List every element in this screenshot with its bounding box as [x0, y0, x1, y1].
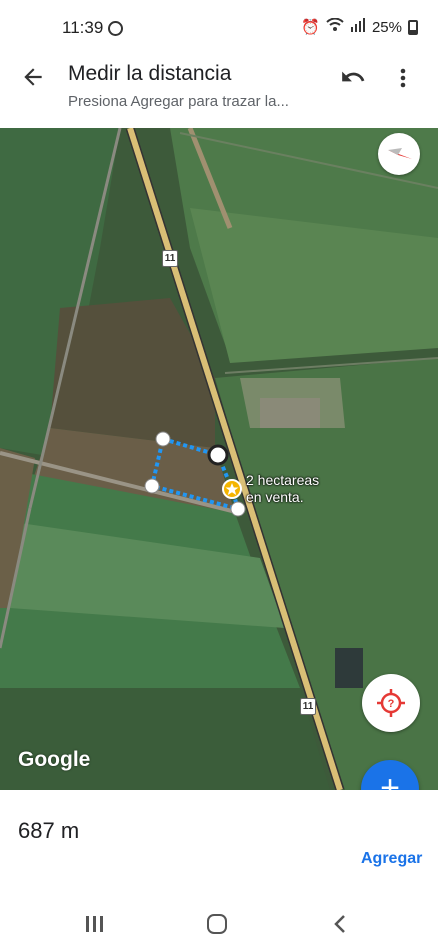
- back-button[interactable]: [20, 64, 48, 92]
- place-label-line2: en venta.: [246, 489, 304, 505]
- location-unknown-icon: ?: [377, 689, 405, 717]
- battery-icon: [408, 19, 418, 35]
- place-label-line1: 2 hectareas: [246, 472, 320, 488]
- compass-button[interactable]: [378, 133, 420, 175]
- place-label[interactable]: 2 hectareas en venta.: [246, 472, 319, 506]
- status-bar: 11:39 ⏰ 25%: [0, 0, 438, 56]
- compass-icon: [388, 148, 412, 159]
- recents-icon[interactable]: [86, 916, 106, 932]
- route-shield-top: 11: [162, 250, 178, 267]
- more-vert-icon: [400, 68, 406, 88]
- locate-button[interactable]: ?: [362, 674, 420, 732]
- home-icon[interactable]: [207, 914, 227, 934]
- whatsapp-icon: [108, 21, 123, 36]
- route-shield-bottom: 11: [300, 698, 316, 715]
- google-attribution: Google: [18, 748, 91, 771]
- star-place-icon[interactable]: [222, 479, 242, 499]
- page-subtitle: Presiona Agregar para trazar la...: [68, 93, 289, 110]
- alarm-icon: ⏰: [301, 19, 320, 36]
- distance-value: 687 m: [18, 818, 80, 843]
- undo-button[interactable]: [340, 64, 366, 90]
- wifi-icon: [326, 17, 344, 36]
- back-icon[interactable]: [333, 914, 347, 937]
- page-title: Medir la distancia: [68, 62, 232, 85]
- undo-icon: [342, 71, 365, 82]
- satellite-map[interactable]: 11 11 2 hectareas en venta. ? Google: [0, 128, 438, 790]
- arrow-back-icon: [24, 68, 42, 86]
- status-time: 11:39: [62, 18, 104, 37]
- status-icons: ⏰ 25%: [301, 17, 418, 36]
- add-point-button[interactable]: Agregar: [361, 850, 422, 868]
- battery-percent: 25%: [371, 18, 402, 36]
- app-bar: Medir la distancia Presiona Agregar para…: [0, 56, 438, 128]
- system-nav-bar: [0, 890, 438, 950]
- svg-text:?: ?: [388, 698, 395, 710]
- more-options-button[interactable]: [396, 66, 410, 90]
- measurement-panel: 687 m Agregar: [0, 790, 438, 890]
- signal-icon: [350, 18, 366, 36]
